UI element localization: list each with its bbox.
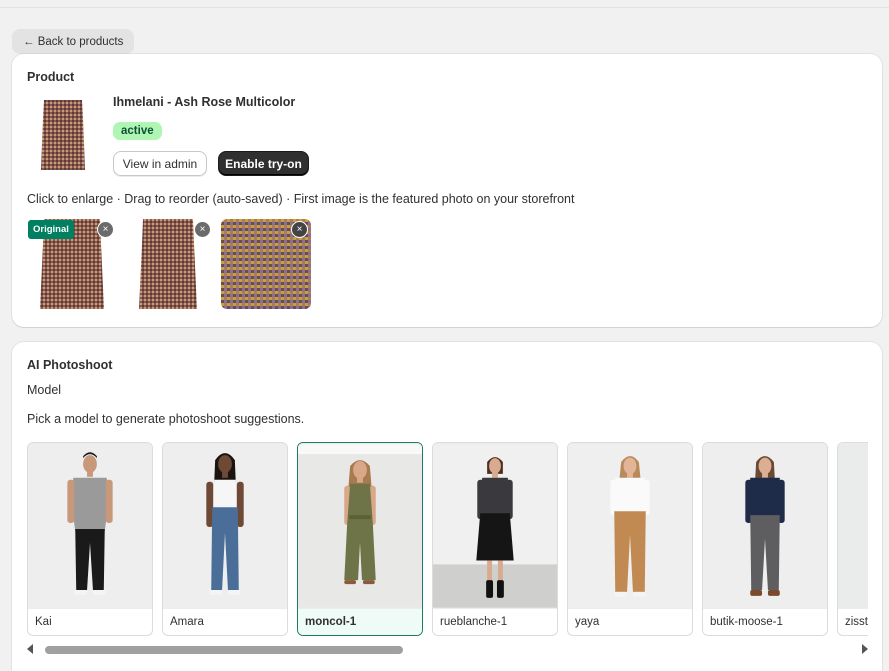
model-photo [838, 443, 868, 609]
model-photo [163, 443, 287, 609]
model-name: moncol-1 [305, 616, 357, 628]
model-instruction: Pick a model to generate photoshoot sugg… [27, 412, 305, 426]
model-card-zisst[interactable]: zisst [837, 442, 868, 636]
enable-try-on-button[interactable]: Enable try-on [218, 151, 309, 176]
model-name: zisst [845, 616, 868, 628]
model-name: yaya [575, 616, 600, 628]
model-name: rueblanche-1 [440, 616, 508, 628]
top-bar [0, 0, 889, 8]
scroll-right-arrow-icon[interactable] [862, 644, 868, 654]
view-in-admin-button[interactable]: View in admin [113, 151, 207, 176]
remove-image-1-icon[interactable]: × [97, 221, 114, 238]
model-name: Amara [170, 616, 204, 628]
model-photo [568, 443, 692, 609]
ai-photoshoot-card: AI Photoshoot Model Pick a model to gene… [12, 342, 882, 671]
model-photo [298, 443, 422, 609]
product-name: Ihmelani - Ash Rose Multicolor [113, 95, 296, 109]
model-label: Model [27, 383, 62, 397]
model-card-kai[interactable]: Kai [27, 442, 153, 636]
model-photo [433, 443, 557, 609]
scroll-left-arrow-icon[interactable] [27, 644, 33, 654]
horizontal-scrollbar[interactable] [27, 642, 868, 656]
model-photo [703, 443, 827, 609]
product-section-title: Product [27, 70, 75, 84]
model-name: Kai [35, 616, 52, 628]
model-card-yaya[interactable]: yaya [567, 442, 693, 636]
model-card-amara[interactable]: Amara [162, 442, 288, 636]
model-card-moncol-1[interactable]: moncol-1 [297, 442, 423, 636]
model-name: butik-moose-1 [710, 616, 783, 628]
product-card: Product Ihmelani - Ash Rose Multicolor a… [12, 54, 882, 327]
ai-section-title: AI Photoshoot [27, 358, 113, 372]
product-thumbnail[interactable] [38, 98, 88, 172]
back-to-products-button[interactable]: ← Back to products [12, 29, 135, 54]
remove-image-2-icon[interactable]: × [194, 221, 211, 238]
remove-image-3-icon[interactable]: × [291, 221, 308, 238]
model-card-butik-moose-1[interactable]: butik-moose-1 [702, 442, 828, 636]
original-badge: Original [28, 220, 74, 239]
model-card-rueblanche-1[interactable]: rueblanche-1 [432, 442, 558, 636]
scrollbar-thumb[interactable] [45, 646, 403, 654]
model-picker-strip[interactable]: Kai Amara moncol-1 rueblanche-1 yaya but… [27, 442, 868, 636]
status-badge: active [113, 122, 162, 140]
gallery-hint: Click to enlarge · Drag to reorder (auto… [27, 192, 575, 206]
model-photo [28, 443, 152, 609]
